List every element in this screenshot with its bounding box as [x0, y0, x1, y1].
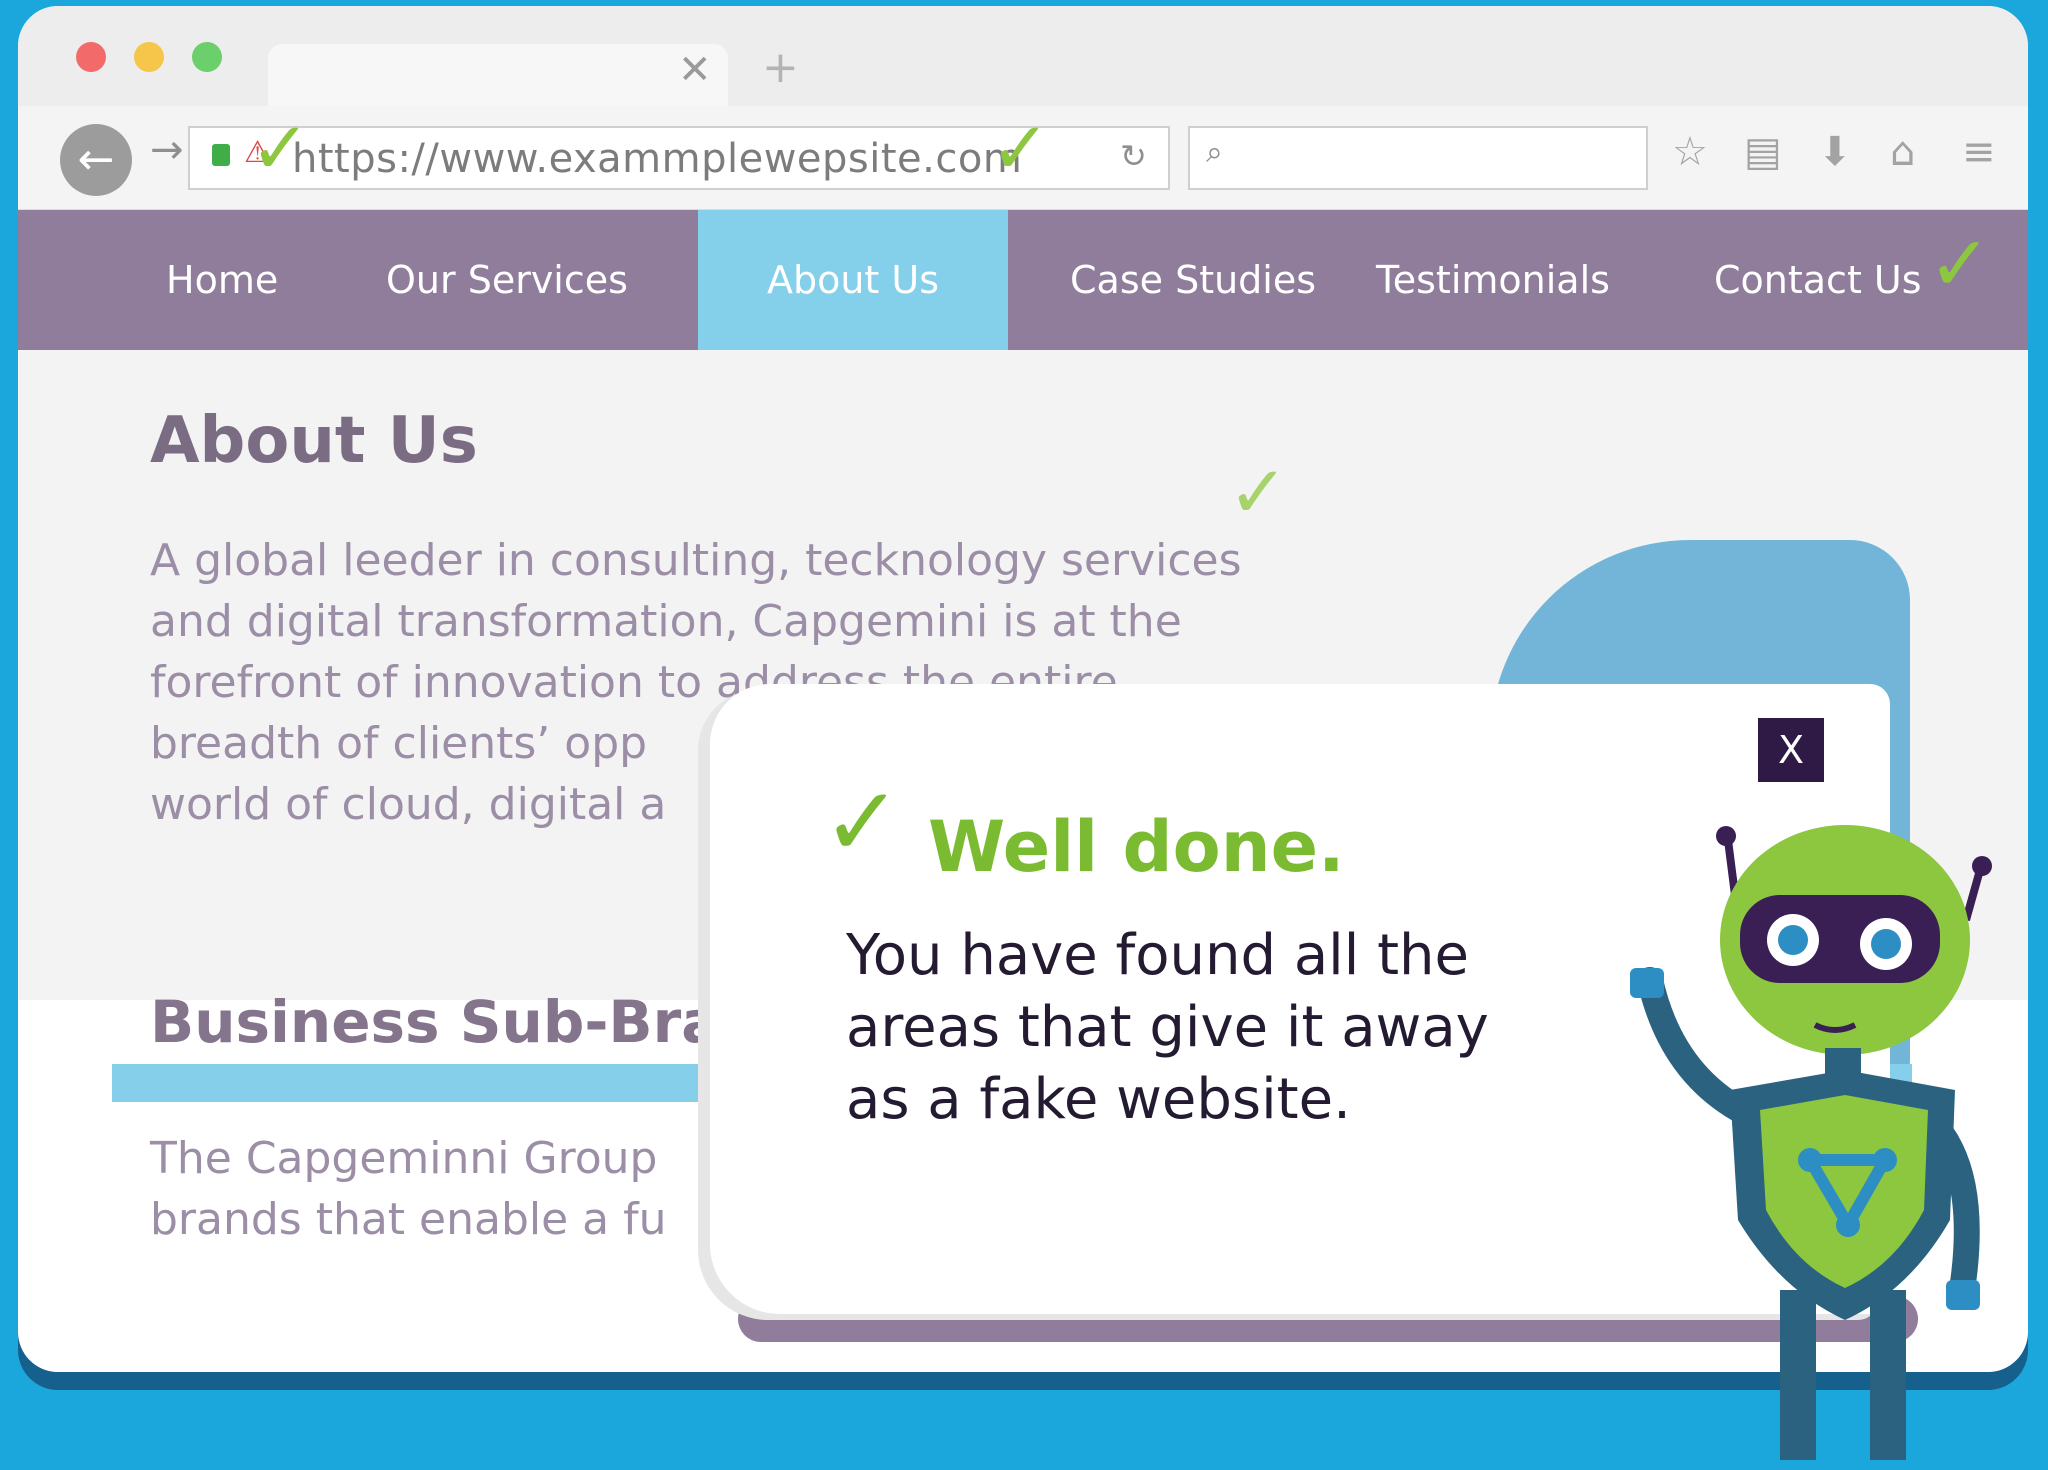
clipboard-icon[interactable]: ▤	[1744, 132, 1782, 172]
download-icon[interactable]: ⬇	[1818, 132, 1852, 172]
page-title: About Us	[150, 404, 478, 478]
close-window-button[interactable]	[76, 42, 106, 72]
star-icon[interactable]: ☆	[1672, 132, 1708, 172]
nav-item-case-studies[interactable]: Case Studies	[1070, 210, 1316, 350]
url-text[interactable]: https://www.exammplewepsite.com	[292, 136, 1022, 182]
check-icon: ✓	[250, 106, 311, 190]
paragraph-line: and digital transformation, Capgemini is…	[150, 596, 1182, 647]
search-icon: ⌕	[1206, 135, 1223, 170]
nav-item-about-us[interactable]: About Us	[698, 210, 1008, 350]
browser-tab[interactable]	[268, 44, 728, 106]
home-icon[interactable]: ⌂	[1890, 132, 1915, 172]
menu-icon[interactable]: ≡	[1962, 132, 1996, 172]
check-icon: ✓	[990, 106, 1051, 190]
search-input[interactable]: ⌕	[1188, 126, 1648, 190]
nav-item-our-services[interactable]: Our Services	[386, 210, 628, 350]
forward-arrow-icon[interactable]: →	[150, 130, 184, 170]
paragraph-line: A global leeder in consulting, tecknolog…	[150, 535, 1242, 586]
nav-item-home[interactable]: Home	[166, 210, 278, 350]
robot-mascot-icon	[1630, 825, 1992, 1460]
tab-bar: ✕ +	[18, 6, 2028, 106]
message-line: You have found all the	[846, 923, 1469, 988]
dialog-message: You have found all the areas that give i…	[846, 920, 1506, 1136]
main-nav: Home Our Services About Us Case Studies …	[18, 210, 2028, 350]
reload-icon[interactable]: ↻	[1120, 140, 1147, 172]
close-tab-icon[interactable]: ✕	[678, 50, 712, 90]
nav-item-contact-us[interactable]: Contact Us	[1714, 210, 1922, 350]
nav-item-testimonials[interactable]: Testimonials	[1376, 210, 1610, 350]
check-icon: ✓	[1228, 450, 1289, 534]
dialog-title: Well done.	[928, 806, 1345, 888]
back-arrow-icon[interactable]: ←	[60, 124, 132, 196]
lock-icon	[212, 144, 230, 166]
section-title: Business Sub-Brar	[150, 988, 749, 1056]
new-tab-icon[interactable]: +	[762, 46, 799, 90]
maximize-window-button[interactable]	[192, 42, 222, 72]
message-line: as a fake website.	[846, 1067, 1351, 1132]
dialog-close-button[interactable]: X	[1758, 718, 1824, 782]
message-line: areas that give it away	[846, 995, 1489, 1060]
minimize-window-button[interactable]	[134, 42, 164, 72]
check-icon: ✓	[1928, 219, 1992, 308]
success-check-icon: ✓	[822, 766, 903, 878]
